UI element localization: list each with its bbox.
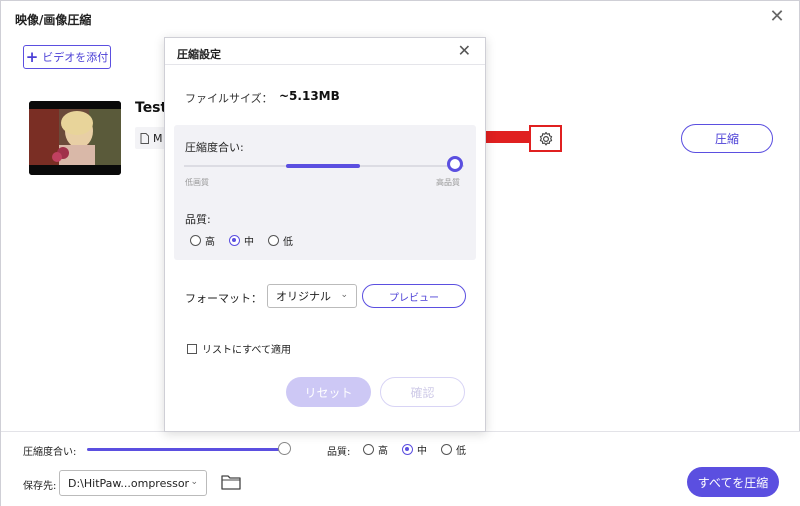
radio-icon — [441, 444, 452, 455]
settings-gear-button[interactable] — [529, 125, 562, 152]
file-icon — [140, 132, 149, 144]
quality-high-option[interactable]: 高 — [190, 233, 215, 248]
format-value: オリジナル — [276, 290, 331, 303]
radio-selected-icon — [229, 235, 240, 246]
radio-icon — [363, 444, 374, 455]
apply-all-row[interactable]: リストにすべて適用 — [187, 341, 291, 356]
gear-icon — [539, 131, 552, 145]
compression-slider-knob[interactable] — [447, 156, 463, 172]
high-quality-label: 高品質 — [436, 178, 460, 187]
thumbnail-image — [29, 101, 121, 175]
folder-icon[interactable] — [221, 474, 241, 490]
quality-medium-option[interactable]: 中 — [229, 233, 254, 248]
radio-icon — [190, 235, 201, 246]
apply-all-label: リストにすべて適用 — [202, 345, 291, 356]
footer-quality-high[interactable]: 高 — [363, 442, 388, 457]
format-select[interactable]: オリジナル ⌄ — [267, 284, 357, 308]
format-label: フォーマット： — [185, 292, 262, 305]
video-thumbnail[interactable] — [29, 101, 121, 175]
save-path-value: D:\HitPaw...ompressor — [68, 476, 190, 490]
footer-compression-slider-knob[interactable] — [278, 442, 291, 455]
compress-all-button[interactable]: すべてを圧縮 — [687, 467, 779, 497]
file-size-value: ~5.13MB — [279, 89, 340, 103]
dialog-divider — [165, 64, 485, 65]
footer-quality-medium[interactable]: 中 — [402, 442, 427, 457]
footer-compression-slider-track[interactable] — [87, 448, 285, 451]
add-video-label: ビデオを添付 — [42, 51, 109, 64]
file-meta-text: M — [153, 131, 163, 145]
window-close-icon[interactable]: ✕ — [767, 7, 787, 27]
title-bar: 映像/画像圧縮 ✕ — [1, 1, 800, 35]
footer-quality-label: 品質: — [327, 447, 351, 458]
app-title: 映像/画像圧縮 — [15, 13, 92, 27]
save-path-select[interactable]: D:\HitPaw...ompressor ⌄ — [59, 470, 207, 496]
compression-panel: 圧縮度合い: 低画質 高品質 品質: 高 中 低 — [174, 125, 476, 260]
add-video-button[interactable]: + ビデオを添付 — [23, 45, 111, 69]
compression-level-label: 圧縮度合い: — [185, 141, 244, 154]
radio-icon — [268, 235, 279, 246]
compression-settings-dialog: 圧縮設定 ✕ ファイルサイズ： ~5.13MB 圧縮度合い: 低画質 高品質 品… — [164, 37, 486, 432]
footer-compression-label: 圧縮度合い: — [23, 447, 77, 458]
quality-label: 品質: — [185, 213, 211, 226]
save-to-label: 保存先: — [23, 481, 57, 492]
chevron-down-icon: ⌄ — [190, 477, 198, 487]
quality-low-option[interactable]: 低 — [268, 233, 293, 248]
plus-icon: + — [25, 47, 39, 66]
compression-slider-fill — [286, 164, 360, 168]
chevron-down-icon: ⌄ — [340, 290, 348, 300]
confirm-button[interactable]: 確認 — [380, 377, 465, 407]
footer-quality-low[interactable]: 低 — [441, 442, 466, 457]
low-quality-label: 低画質 — [185, 178, 209, 187]
quality-radios: 高 中 低 — [190, 233, 303, 248]
file-meta: M — [135, 127, 165, 149]
radio-selected-icon — [402, 444, 413, 455]
preview-button[interactable]: プレビュー — [362, 284, 466, 308]
apply-all-checkbox[interactable] — [187, 343, 197, 354]
compress-button[interactable]: 圧縮 — [681, 124, 773, 153]
file-size-label: ファイルサイズ： — [185, 92, 273, 105]
reset-button[interactable]: リセット — [286, 377, 371, 407]
footer-quality-radios: 高 中 低 — [363, 442, 476, 457]
dialog-title: 圧縮設定 — [177, 48, 221, 61]
dialog-close-icon[interactable]: ✕ — [458, 41, 471, 60]
